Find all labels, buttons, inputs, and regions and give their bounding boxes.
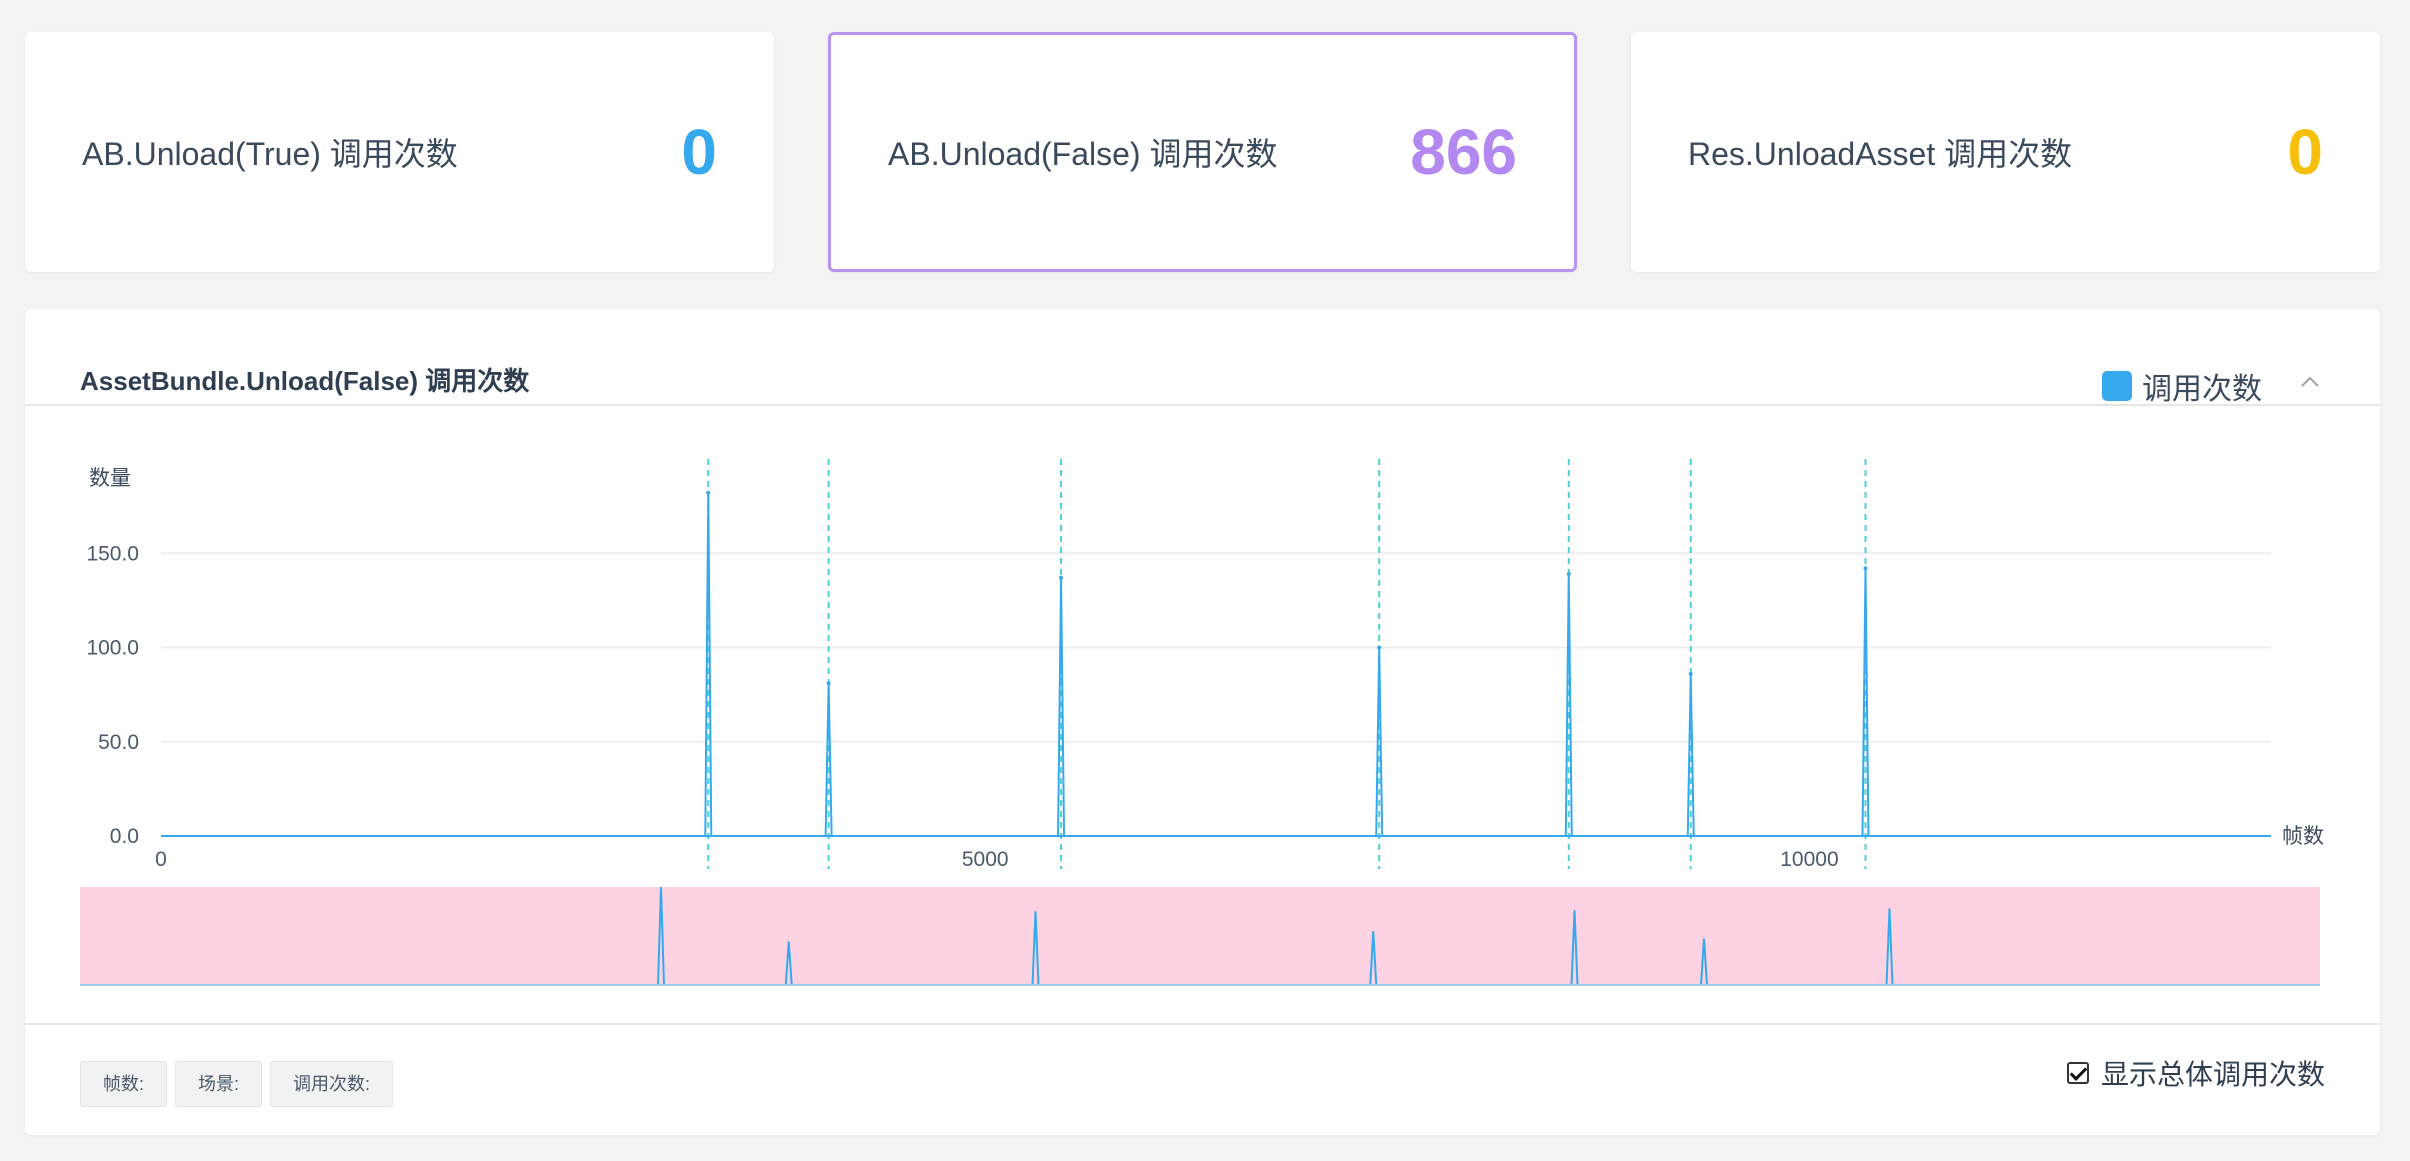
data-point [1688,671,1693,676]
y-tick-label: 150.0 [86,542,139,565]
info-tag-scene: 场景: [175,1061,263,1107]
stat-value: 0 [681,116,717,188]
panel-footer-divider [25,1023,2380,1025]
marker-lines [707,459,1867,869]
y-tick-label: 0.0 [110,825,139,848]
series-lines [161,490,2271,837]
data-point [1863,566,1868,571]
data-point [826,681,831,686]
chart-panel: AssetBundle.Unload(False) 调用次数 调用次数 0.0 5… [25,309,2380,1135]
y-axis-label: 数量 [89,467,131,490]
x-axis-label: 帧数 [2282,825,2324,848]
stat-label: AB.Unload(False) 调用次数 [888,136,1278,172]
data-zoom-slider [80,886,2320,986]
data-point [706,490,711,495]
grid-lines [161,552,2271,743]
zoom-background [80,887,2320,985]
stat-cards: AB.Unload(True) 调用次数 0 AB.Unload(False) … [25,32,2380,272]
stat-value: 866 [1410,116,1517,188]
x-tick-label: 10000 [1780,848,1838,871]
show-total-label: 显示总体调用次数 [2100,1059,2325,1090]
axes: 0.0 50.0 100.0 150.0 0 5000 10000 [86,542,2271,871]
data-point [1059,575,1064,580]
info-tag-frame: 帧数: [80,1061,168,1107]
x-tick-label: 5000 [962,848,1009,871]
y-tick-label: 50.0 [98,731,139,754]
data-point [1377,645,1382,650]
show-total-toggle[interactable]: 显示总体调用次数 [2066,1053,2325,1093]
info-tags: 帧数: 场景: 调用次数: [80,1061,401,1107]
data-point [1566,571,1571,576]
y-tick-label: 100.0 [86,637,139,660]
series-line [161,492,2271,837]
info-tag-call-count: 调用次数: [270,1061,394,1107]
stat-card-unload-false[interactable]: AB.Unload(False) 调用次数 866 [828,32,1577,272]
chart-canvas: 0.0 50.0 100.0 150.0 0 5000 10000 数量 帧数 [80,459,2324,986]
show-total-checkbox[interactable] [2066,1062,2089,1084]
stat-label: Res.UnloadAsset 调用次数 [1688,136,2073,172]
stat-value: 0 [2287,116,2323,188]
stat-card-unload-true[interactable]: AB.Unload(True) 调用次数 0 [25,32,774,272]
stat-card-res-unload-asset[interactable]: Res.UnloadAsset 调用次数 0 [1631,32,2380,272]
stat-label: AB.Unload(True) 调用次数 [82,136,458,172]
x-tick-label: 0 [155,848,167,871]
